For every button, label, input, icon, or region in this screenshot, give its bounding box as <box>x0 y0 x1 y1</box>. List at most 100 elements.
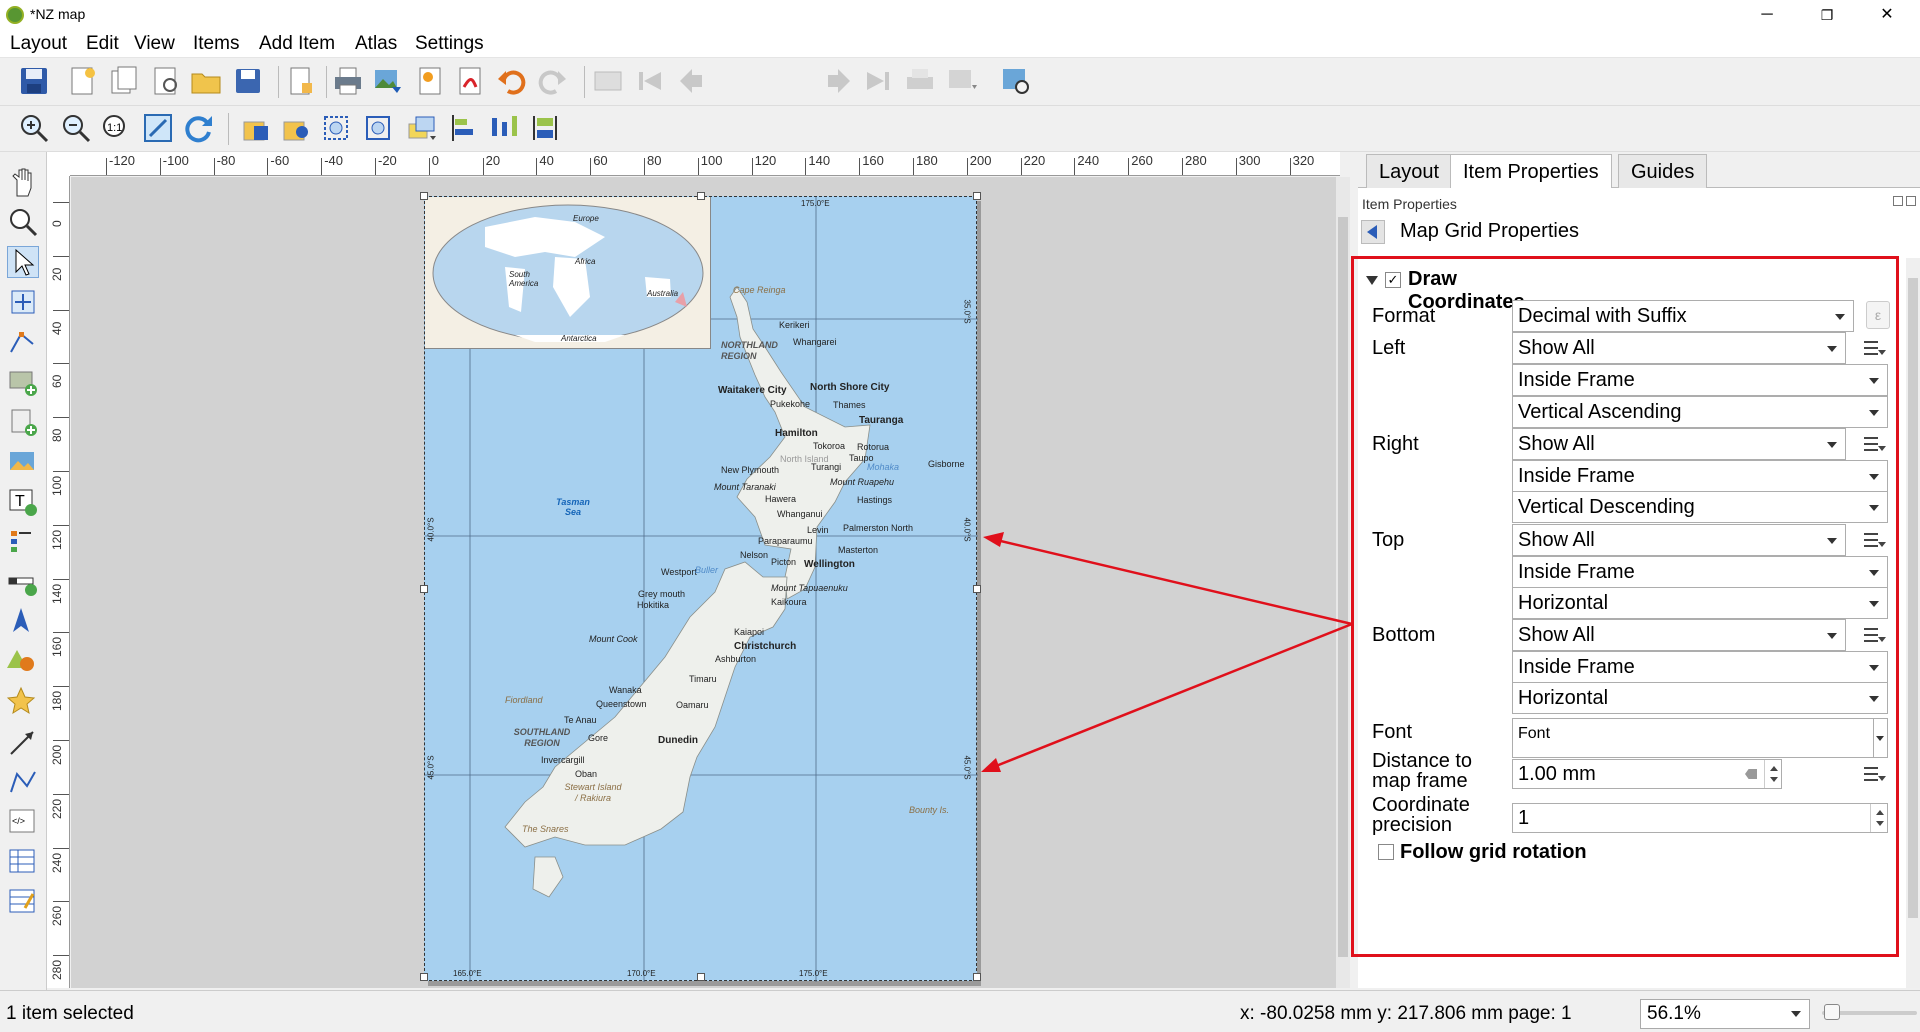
bottom-display-combo[interactable]: Show All <box>1512 619 1846 651</box>
close-panel-icon[interactable] <box>1906 196 1916 206</box>
top-display-combo[interactable]: Show All <box>1512 524 1846 556</box>
add-marker-icon[interactable] <box>6 686 39 718</box>
menu-add-item[interactable]: Add Item <box>259 33 335 55</box>
add-polyline-icon[interactable] <box>7 766 39 798</box>
export-atlas-icon[interactable] <box>946 65 978 97</box>
previous-feature-icon[interactable] <box>676 65 708 97</box>
left-position-combo[interactable]: Inside Frame <box>1512 364 1888 396</box>
new-layout-icon[interactable] <box>66 65 98 97</box>
resize-handle[interactable] <box>420 192 428 200</box>
unlock-items-icon[interactable] <box>280 112 312 144</box>
export-pdf-icon[interactable] <box>454 65 486 97</box>
float-panel-icon[interactable] <box>1893 196 1903 206</box>
add-map-icon[interactable] <box>7 366 39 398</box>
print-icon[interactable] <box>332 65 364 97</box>
layout-manager-icon[interactable] <box>150 65 182 97</box>
resize-handle[interactable] <box>973 585 981 593</box>
tab-layout[interactable]: Layout <box>1366 154 1453 188</box>
distance-spinbox[interactable]: 1.00 mm <box>1512 759 1782 789</box>
add-picture-icon[interactable] <box>7 446 39 478</box>
move-content-icon[interactable] <box>7 286 39 318</box>
right-position-combo[interactable]: Inside Frame <box>1512 460 1888 492</box>
zoom-in-icon[interactable] <box>18 112 50 144</box>
scrollbar-thumb[interactable] <box>1338 217 1348 957</box>
close-button[interactable]: ✕ <box>1864 2 1910 28</box>
precision-spinbox[interactable]: 1 <box>1512 803 1888 833</box>
data-defined-icon[interactable] <box>1858 333 1888 363</box>
tab-item-properties[interactable]: Item Properties <box>1450 154 1612 189</box>
zoom-out-icon[interactable] <box>60 112 92 144</box>
atlas-settings-icon[interactable] <box>1000 65 1032 97</box>
align-items-icon[interactable] <box>448 112 480 144</box>
save-template-icon[interactable] <box>232 65 264 97</box>
expression-icon[interactable]: ε <box>1866 301 1890 329</box>
pan-icon[interactable] <box>7 166 39 198</box>
export-svg-icon[interactable] <box>414 65 446 97</box>
menu-edit[interactable]: Edit <box>86 33 119 55</box>
horizontal-ruler[interactable]: -120 -100 -80 -60 -40 -20 0 20 40 60 80 100 120 140 16… <box>70 152 1340 176</box>
menu-view[interactable]: View <box>134 33 175 55</box>
add-3d-map-icon[interactable] <box>7 406 39 438</box>
zoom-full-icon[interactable] <box>142 112 174 144</box>
zoom-tool-icon[interactable] <box>7 206 39 238</box>
font-menu-arrow-icon[interactable] <box>1874 718 1888 758</box>
map-item[interactable]: 175.0°E 40.0°S 45.0°S 35.0°S 40.0°S 45.0… <box>420 192 981 982</box>
follow-grid-rotation[interactable]: Follow grid rotation <box>1378 841 1587 864</box>
left-direction-combo[interactable]: Vertical Ascending <box>1512 396 1888 428</box>
data-defined-icon[interactable] <box>1858 759 1888 789</box>
undo-icon[interactable] <box>496 65 528 97</box>
bottom-direction-combo[interactable]: Horizontal <box>1512 682 1888 714</box>
back-arrow-icon[interactable] <box>1361 220 1385 244</box>
resize-handle[interactable] <box>420 585 428 593</box>
edit-nodes-icon[interactable] <box>7 326 39 358</box>
resize-handle[interactable] <box>697 192 705 200</box>
canvas-vertical-scrollbar[interactable] <box>1336 177 1350 988</box>
add-legend-icon[interactable] <box>7 526 39 558</box>
panel-scrollbar[interactable] <box>1906 258 1920 988</box>
export-image-icon[interactable] <box>372 65 404 97</box>
add-fixed-table-icon[interactable] <box>7 886 39 918</box>
duplicate-layout-icon[interactable] <box>108 65 140 97</box>
vertical-ruler[interactable]: 0 20 40 60 80 100 120 140 160 180 200 220 240 260 280 <box>47 176 70 988</box>
open-template-icon[interactable] <box>190 65 222 97</box>
add-shape-icon[interactable] <box>7 646 39 678</box>
resize-handle[interactable] <box>697 973 705 981</box>
print-atlas-icon[interactable] <box>904 65 936 97</box>
draw-coordinates-checkbox[interactable]: ✓ <box>1385 272 1401 288</box>
menu-atlas[interactable]: Atlas <box>355 33 397 55</box>
overview-inset[interactable] <box>425 197 711 349</box>
ungroup-items-icon[interactable] <box>362 112 394 144</box>
distribute-items-icon[interactable] <box>488 112 520 144</box>
page-setup-icon[interactable] <box>284 65 316 97</box>
lock-items-icon[interactable] <box>240 112 272 144</box>
add-html-icon[interactable]: </> <box>7 806 39 838</box>
resize-handle[interactable] <box>973 973 981 981</box>
collapse-triangle-icon[interactable] <box>1366 276 1378 285</box>
data-defined-icon[interactable] <box>1858 620 1888 650</box>
right-display-combo[interactable]: Show All <box>1512 428 1846 460</box>
add-scalebar-icon[interactable] <box>7 566 39 598</box>
redo-icon[interactable] <box>536 65 568 97</box>
follow-grid-rotation-checkbox[interactable] <box>1378 844 1394 860</box>
menu-layout[interactable]: Layout <box>10 33 67 55</box>
bottom-position-combo[interactable]: Inside Frame <box>1512 651 1888 683</box>
add-label-icon[interactable]: T <box>7 486 39 518</box>
first-feature-icon[interactable] <box>634 65 666 97</box>
format-combo[interactable]: Decimal with Suffix <box>1512 300 1854 332</box>
left-display-combo[interactable]: Show All <box>1512 332 1846 364</box>
save-icon[interactable] <box>18 65 50 97</box>
add-north-arrow-icon[interactable] <box>7 606 39 638</box>
layout-canvas[interactable]: 175.0°E 40.0°S 45.0°S 35.0°S 40.0°S 45.0… <box>71 177 1336 988</box>
add-arrow-icon[interactable] <box>7 726 39 758</box>
zoom-actual-icon[interactable]: 1:1 <box>100 112 132 144</box>
zoom-combo[interactable]: 56.1% <box>1640 999 1810 1029</box>
add-attribute-table-icon[interactable] <box>7 846 39 878</box>
select-move-icon[interactable] <box>7 246 39 278</box>
resize-handle[interactable] <box>420 973 428 981</box>
resize-items-icon[interactable] <box>530 112 562 144</box>
resize-handle[interactable] <box>973 192 981 200</box>
group-items-icon[interactable] <box>320 112 352 144</box>
atlas-preview-icon[interactable] <box>592 65 624 97</box>
minimize-button[interactable]: ─ <box>1744 2 1790 28</box>
data-defined-icon[interactable] <box>1858 429 1888 459</box>
